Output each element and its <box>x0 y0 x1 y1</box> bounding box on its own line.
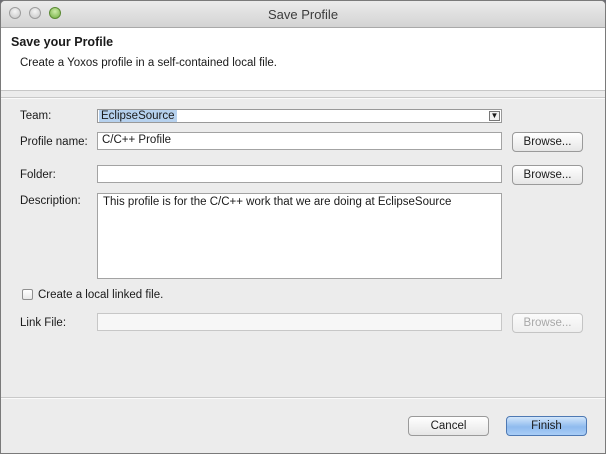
title-bar[interactable]: Save Profile <box>1 1 605 28</box>
team-select[interactable]: EclipseSource ▼ <box>97 109 502 123</box>
link-file-label: Link File: <box>20 317 67 329</box>
bottom-divider <box>1 397 605 399</box>
finish-button[interactable]: Finish <box>506 416 587 436</box>
folder-input[interactable] <box>97 165 502 183</box>
linked-file-checkbox[interactable] <box>22 289 33 300</box>
banner-description: Create a Yoxos profile in a self-contain… <box>20 57 277 69</box>
profile-name-label: Profile name: <box>20 136 88 148</box>
description-textarea[interactable]: This profile is for the C/C++ work that … <box>97 193 502 279</box>
team-label: Team: <box>20 110 52 122</box>
profile-name-input[interactable]: C/C++ Profile <box>97 132 502 150</box>
link-file-browse-button: Browse... <box>512 313 583 333</box>
team-selected-value: EclipseSource <box>99 110 177 122</box>
dialog-banner: Save your Profile Create a Yoxos profile… <box>1 28 605 91</box>
window-title: Save Profile <box>267 7 339 22</box>
banner-title: Save your Profile <box>11 35 114 49</box>
linked-file-checkbox-label[interactable]: Create a local linked file. <box>38 289 163 301</box>
link-file-input <box>97 313 502 331</box>
save-profile-dialog: Save Profile Save your Profile Create a … <box>0 0 606 454</box>
cancel-button[interactable]: Cancel <box>408 416 489 436</box>
chevron-down-icon[interactable]: ▼ <box>489 111 500 121</box>
folder-browse-button[interactable]: Browse... <box>512 165 583 185</box>
top-divider <box>1 97 605 99</box>
profile-browse-button[interactable]: Browse... <box>512 132 583 152</box>
description-label: Description: <box>20 195 81 207</box>
folder-label: Folder: <box>20 169 56 181</box>
